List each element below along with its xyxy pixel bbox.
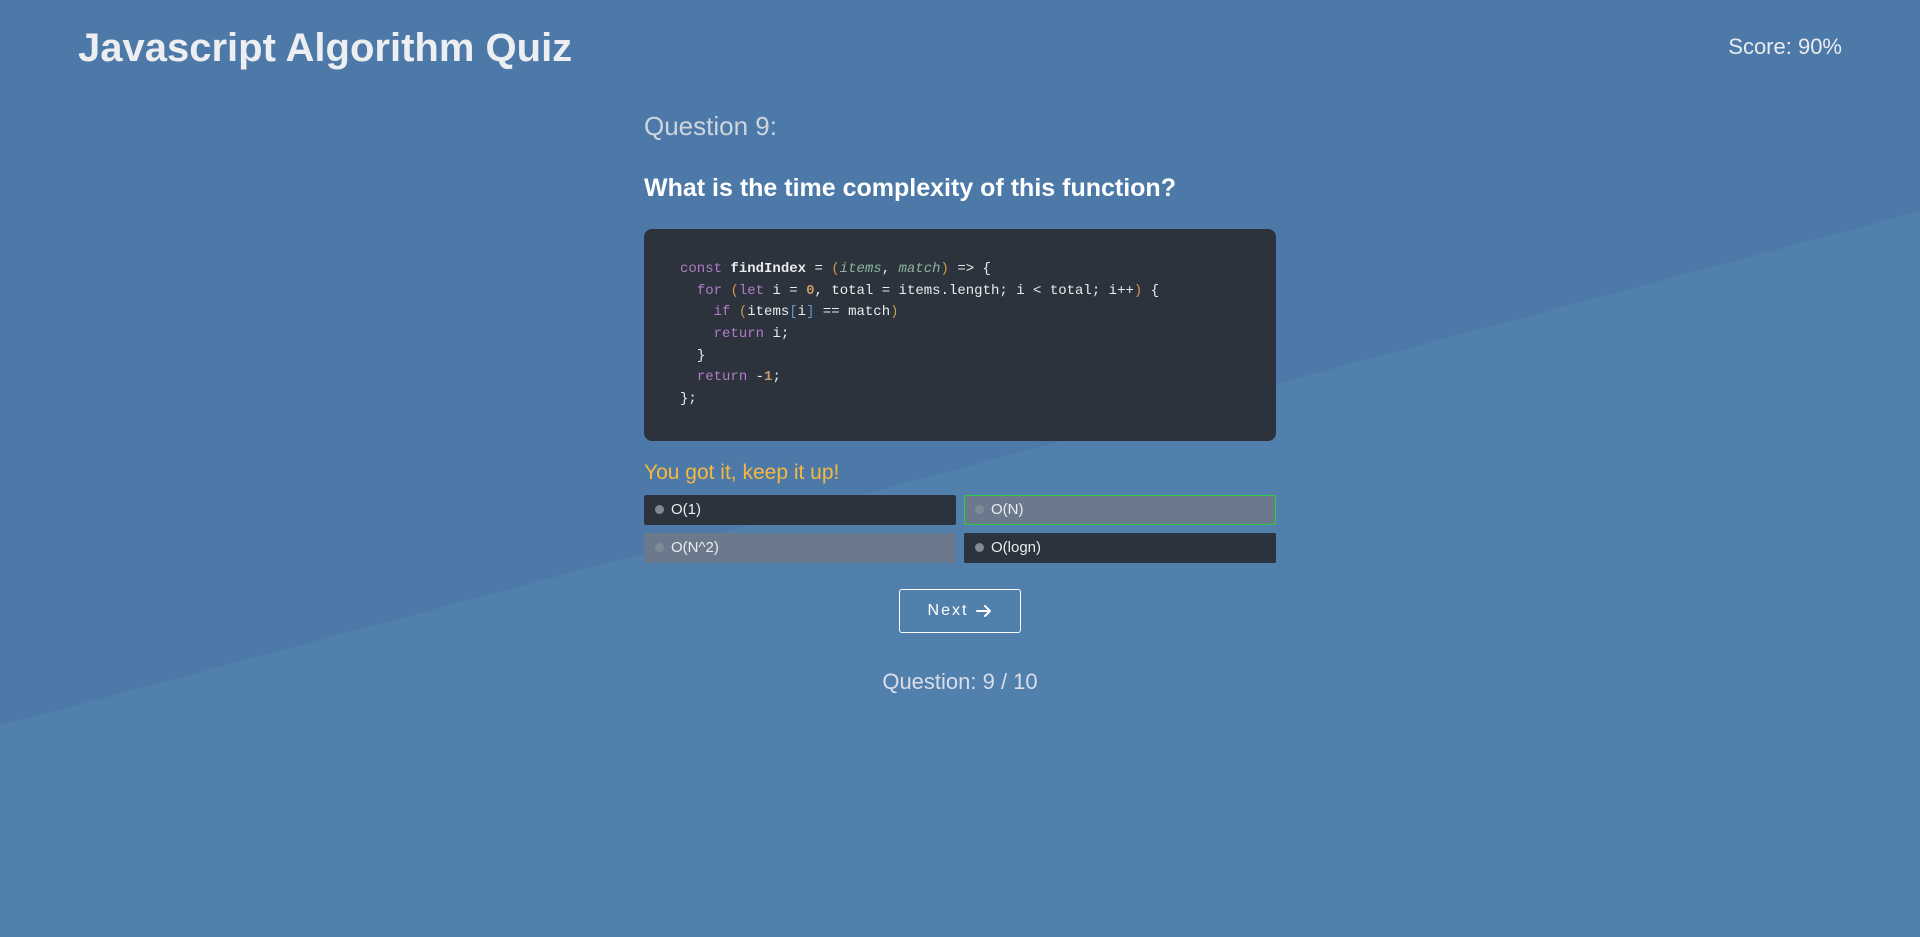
- score-display: Score: 90%: [1728, 34, 1842, 60]
- radio-icon: [655, 505, 664, 514]
- code-snippet: const findIndex = (items, match) => { fo…: [644, 229, 1276, 441]
- radio-icon: [975, 543, 984, 552]
- answer-option-label: O(1): [671, 502, 701, 517]
- radio-icon: [975, 505, 984, 514]
- arrow-right-icon: [976, 604, 992, 618]
- answer-option-2[interactable]: O(N^2): [644, 533, 956, 563]
- question-progress: Question: 9 / 10: [644, 669, 1276, 695]
- quiz-container: Question 9: What is the time complexity …: [644, 111, 1276, 735]
- question-number-label: Question 9:: [644, 111, 1276, 142]
- answer-options: O(1) O(N) O(N^2) O(logn): [644, 495, 1276, 563]
- header: Javascript Algorithm Quiz Score: 90%: [0, 0, 1920, 71]
- feedback-message: You got it, keep it up!: [644, 461, 1276, 485]
- radio-icon: [655, 543, 664, 552]
- next-button-label: Next: [928, 602, 969, 620]
- answer-option-label: O(N): [991, 502, 1024, 517]
- answer-option-3[interactable]: O(logn): [964, 533, 1276, 563]
- question-prompt: What is the time complexity of this func…: [644, 174, 1276, 203]
- answer-option-label: O(N^2): [671, 540, 719, 555]
- answer-option-1[interactable]: O(N): [964, 495, 1276, 525]
- page-title: Javascript Algorithm Quiz: [78, 26, 572, 71]
- answer-option-0[interactable]: O(1): [644, 495, 956, 525]
- answer-option-label: O(logn): [991, 540, 1041, 555]
- next-button[interactable]: Next: [899, 589, 1022, 633]
